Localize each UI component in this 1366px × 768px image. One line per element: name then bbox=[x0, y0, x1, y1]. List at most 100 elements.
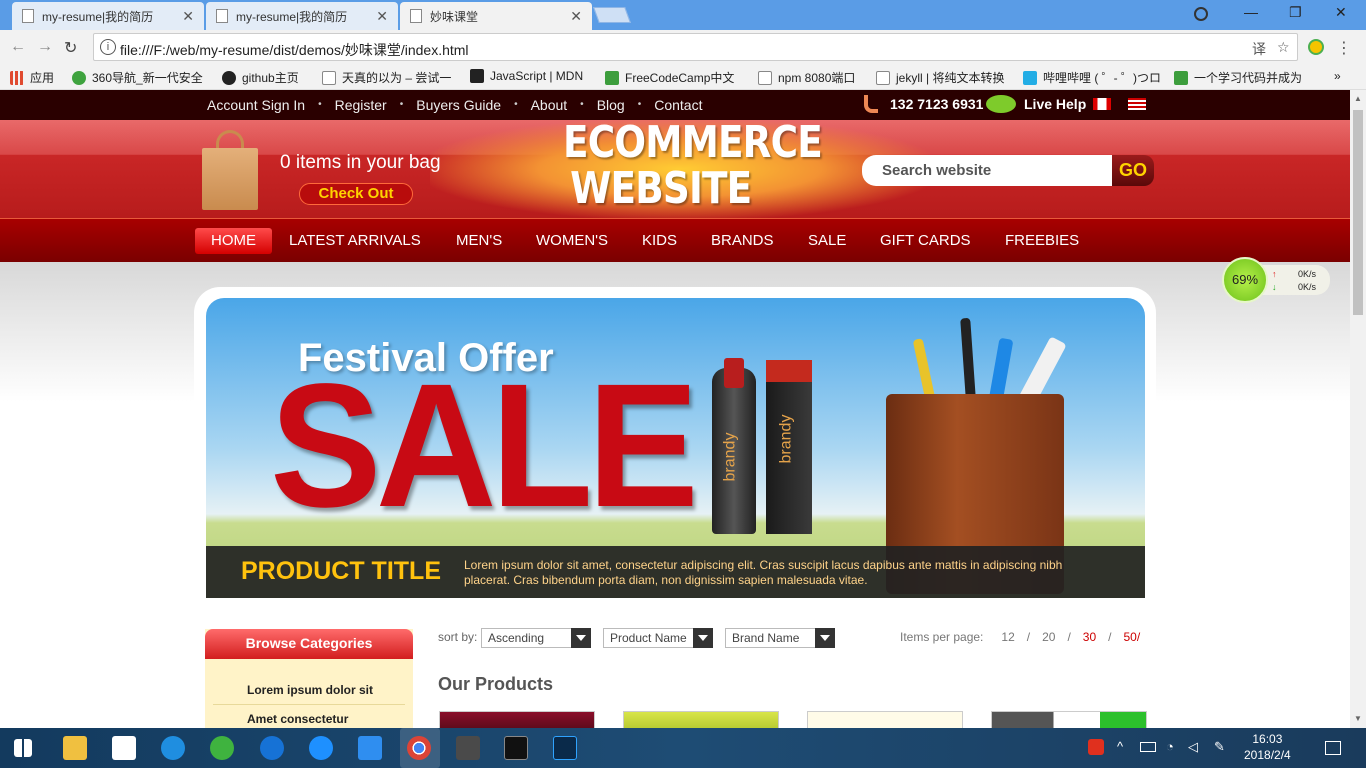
contact-link[interactable]: Contact bbox=[654, 97, 702, 113]
nav-gift-cards[interactable]: GIFT CARDS bbox=[880, 232, 971, 249]
minimize-button[interactable]: — bbox=[1244, 4, 1258, 20]
restore-button[interactable]: ❐ bbox=[1289, 4, 1302, 21]
scroll-down-icon[interactable]: ▼ bbox=[1354, 714, 1362, 723]
bookmark-blog[interactable]: 天真的以为 – 尝试一 bbox=[322, 69, 451, 86]
terminal-icon[interactable] bbox=[504, 736, 528, 760]
sort-brand-select[interactable]: Brand Name bbox=[725, 628, 835, 648]
kugou-icon[interactable] bbox=[161, 736, 185, 760]
search-go-button[interactable]: GO bbox=[1112, 155, 1154, 186]
per-page-50[interactable]: 50/ bbox=[1124, 630, 1141, 644]
bookmark-jekyll[interactable]: jekyll | 将纯文本转换 bbox=[876, 69, 1004, 86]
net-speed-widget[interactable]: ↑ 0K/s ↓ 0K/s 69% bbox=[1222, 257, 1330, 303]
bookmark-mdn[interactable]: JavaScript | MDN bbox=[470, 69, 583, 83]
back-icon[interactable]: ← bbox=[10, 38, 26, 56]
scrollbar-thumb[interactable] bbox=[1353, 110, 1363, 315]
bookmark-bilibili[interactable]: 哔哩哔哩 ( ゜- ゜)つロ bbox=[1023, 69, 1161, 86]
360-browser-icon[interactable] bbox=[210, 736, 234, 760]
info-icon[interactable]: i bbox=[100, 39, 116, 55]
product-title: PRODUCT TITLE bbox=[241, 557, 441, 585]
site-header: 0 items in your bag Check Out ECOMMERCE … bbox=[0, 120, 1350, 218]
bookmark-star-icon[interactable]: ☆ bbox=[1277, 39, 1290, 56]
extension-icon[interactable] bbox=[1308, 39, 1324, 55]
media-player-icon[interactable] bbox=[309, 736, 333, 760]
category-link[interactable]: Amet consectetur bbox=[247, 712, 348, 726]
file-explorer-icon[interactable] bbox=[63, 736, 87, 760]
browser-tab-2[interactable]: my-resume|我的简历 ✕ bbox=[206, 2, 398, 30]
bookmark-github[interactable]: github主页 bbox=[222, 69, 299, 86]
close-window-button[interactable]: ✕ bbox=[1335, 4, 1347, 21]
our-products-heading: Our Products bbox=[438, 674, 554, 694]
bookmark-freecodecamp[interactable]: FreeCodeCamp中文 bbox=[605, 69, 734, 86]
search-input[interactable] bbox=[862, 155, 1112, 186]
translate-icon[interactable]: 译 bbox=[1252, 39, 1266, 59]
wifi-icon[interactable]: ◔ bbox=[1166, 739, 1174, 754]
nav-home[interactable]: HOME bbox=[195, 228, 272, 254]
chrome-icon[interactable] bbox=[407, 736, 431, 760]
banner-caption: PRODUCT TITLE Lorem ipsum dolor sit amet… bbox=[206, 546, 1145, 598]
bookmark-360[interactable]: 360导航_新一代安全 bbox=[72, 69, 203, 86]
about-link[interactable]: About bbox=[531, 97, 568, 113]
reload-icon[interactable]: ↻ bbox=[64, 38, 77, 58]
phone-number: 132 7123 6931 bbox=[864, 95, 983, 113]
buyers-guide-link[interactable]: Buyers Guide bbox=[416, 97, 501, 113]
more-bookmarks-button[interactable]: » bbox=[1334, 69, 1341, 83]
register-link[interactable]: Register bbox=[335, 97, 387, 113]
items-per-page: Items per page: 12 / 20 / 30 / 50/ bbox=[900, 630, 1141, 644]
page-scrollbar[interactable]: ▲ ▼ bbox=[1350, 90, 1366, 728]
sublime-icon[interactable] bbox=[456, 736, 480, 760]
product-thumbnail[interactable] bbox=[439, 711, 595, 728]
sogou-ime-icon[interactable] bbox=[1088, 739, 1104, 755]
nav-latest-arrivals[interactable]: LATEST ARRIVALS bbox=[289, 232, 421, 249]
menu-icon[interactable]: ⋮ bbox=[1336, 38, 1352, 58]
new-tab-button[interactable] bbox=[593, 7, 631, 23]
product-thumbnail[interactable] bbox=[623, 711, 779, 728]
system-clock[interactable]: 16:03 2018/2/4 bbox=[1244, 731, 1291, 763]
mail-icon[interactable] bbox=[358, 736, 382, 760]
product-thumbnail[interactable] bbox=[991, 711, 1147, 728]
nav-freebies[interactable]: FREEBIES bbox=[1005, 232, 1079, 249]
browser-tab-active[interactable]: 妙味课堂 ✕ bbox=[400, 2, 592, 30]
sort-name-select[interactable]: Product Name bbox=[603, 628, 713, 648]
bookmark-npm[interactable]: npm 8080端口 bbox=[758, 69, 855, 86]
browser-tab-1[interactable]: my-resume|我的简历 ✕ bbox=[12, 2, 204, 30]
close-tab-icon[interactable]: ✕ bbox=[570, 8, 582, 25]
battery-icon[interactable] bbox=[1140, 742, 1156, 752]
account-sign-in-link[interactable]: Account Sign In bbox=[207, 97, 305, 113]
windows-start-icon[interactable] bbox=[14, 739, 32, 757]
per-page-20[interactable]: 20 bbox=[1042, 630, 1055, 644]
per-page-12[interactable]: 12 bbox=[1001, 630, 1014, 644]
scroll-up-icon[interactable]: ▲ bbox=[1354, 94, 1362, 103]
product-thumbnail[interactable] bbox=[807, 711, 963, 728]
bookmark-learn-code[interactable]: 一个学习代码并成为 bbox=[1174, 69, 1302, 86]
notification-icon[interactable] bbox=[1325, 741, 1341, 755]
checkout-button[interactable]: Check Out bbox=[299, 183, 413, 205]
profile-icon[interactable] bbox=[1194, 7, 1208, 21]
pen-icon[interactable]: ✎ bbox=[1214, 739, 1225, 755]
sort-order-select[interactable]: Ascending bbox=[481, 628, 591, 648]
per-page-30[interactable]: 30 bbox=[1083, 630, 1096, 644]
store-icon[interactable] bbox=[112, 736, 136, 760]
nav-brands[interactable]: BRANDS bbox=[711, 232, 774, 249]
hero-banner[interactable]: Festival Offer SALE brandy brandy PRODUC… bbox=[206, 298, 1145, 598]
close-tab-icon[interactable]: ✕ bbox=[376, 8, 388, 25]
nav-kids[interactable]: KIDS bbox=[642, 232, 677, 249]
edge-icon[interactable] bbox=[260, 736, 284, 760]
us-flag-icon[interactable] bbox=[1128, 98, 1146, 110]
forward-icon[interactable]: → bbox=[37, 38, 53, 56]
nav-womens[interactable]: WOMEN'S bbox=[536, 232, 608, 249]
box-image: brandy bbox=[766, 360, 812, 534]
category-link[interactable]: Lorem ipsum dolor sit bbox=[247, 683, 373, 697]
blog-link[interactable]: Blog bbox=[597, 97, 625, 113]
close-tab-icon[interactable]: ✕ bbox=[182, 8, 194, 25]
photoshop-icon[interactable] bbox=[553, 736, 577, 760]
site-logo[interactable]: ECOMMERCE WEBSITE bbox=[563, 120, 823, 212]
nav-sale[interactable]: SALE bbox=[808, 232, 846, 249]
bookmark-apps[interactable]: 应用 bbox=[10, 69, 54, 86]
tray-expand-icon[interactable]: ^ bbox=[1117, 739, 1123, 754]
volume-icon[interactable]: ◁ bbox=[1188, 739, 1198, 755]
shopping-bag-icon[interactable] bbox=[200, 130, 260, 210]
address-bar[interactable]: i file:///F:/web/my-resume/dist/demos/妙味… bbox=[93, 33, 1298, 61]
nav-mens[interactable]: MEN'S bbox=[456, 232, 502, 249]
canada-flag-icon[interactable] bbox=[1093, 98, 1111, 110]
live-help-link[interactable]: Live Help bbox=[986, 95, 1086, 113]
